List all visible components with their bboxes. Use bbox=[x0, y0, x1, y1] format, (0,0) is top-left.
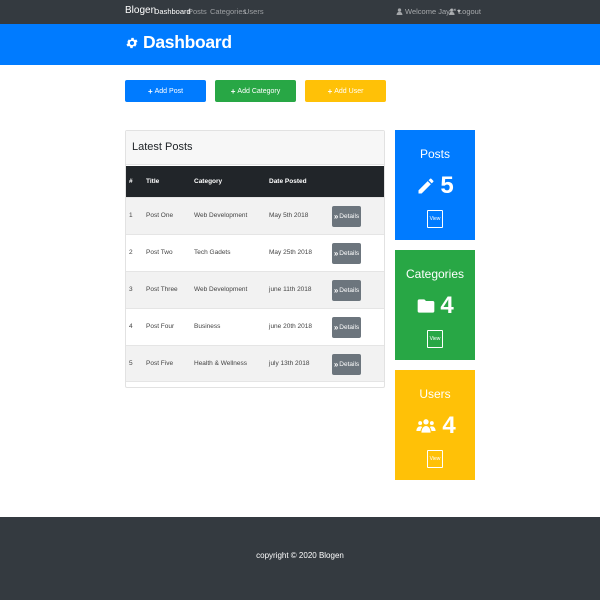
view-posts-button[interactable]: View bbox=[427, 210, 443, 228]
row-title: Post One bbox=[146, 212, 174, 219]
row-category: Web Development bbox=[194, 212, 248, 219]
stat-body: 4 bbox=[395, 414, 475, 438]
stat-count: 4 bbox=[440, 292, 454, 319]
table-row: 3 Post Three Web Development june 11th 2… bbox=[126, 271, 384, 308]
logout-label: Logout bbox=[458, 7, 481, 16]
table-row: 2 Post Two Tech Gadets May 25th 2018 » D… bbox=[126, 234, 384, 271]
user-icon bbox=[396, 8, 403, 15]
stat-body: 4 bbox=[395, 294, 475, 318]
row-date: May 5th 2018 bbox=[269, 212, 309, 219]
add-post-label: Add Post bbox=[154, 87, 184, 95]
column-header-number: # bbox=[129, 178, 133, 185]
row-category: Health & Wellness bbox=[194, 360, 247, 367]
column-header-date: Date Posted bbox=[269, 178, 307, 185]
row-number: 4 bbox=[129, 323, 133, 330]
angle-double-right-icon: » bbox=[333, 285, 339, 295]
angle-double-right-icon: » bbox=[333, 322, 339, 332]
row-number: 5 bbox=[129, 360, 133, 367]
row-title: Post Five bbox=[146, 360, 174, 367]
user-times-icon bbox=[449, 8, 456, 15]
add-user-label: Add User bbox=[334, 87, 364, 95]
stat-count: 5 bbox=[440, 172, 454, 199]
view-users-button[interactable]: View bbox=[427, 450, 443, 468]
row-date: june 11th 2018 bbox=[269, 286, 312, 293]
details-label: Details bbox=[339, 324, 360, 331]
page-title: Dashboard bbox=[125, 32, 232, 53]
card-header: Latest Posts bbox=[126, 131, 384, 165]
row-title: Post Three bbox=[146, 286, 178, 293]
add-category-label: Add Category bbox=[237, 87, 281, 95]
details-button[interactable]: » Details bbox=[332, 354, 361, 375]
angle-double-right-icon: » bbox=[333, 248, 339, 258]
row-number: 1 bbox=[129, 212, 133, 219]
plus-icon: + bbox=[327, 86, 333, 96]
angle-double-right-icon: » bbox=[333, 359, 339, 369]
angle-double-right-icon: » bbox=[333, 211, 339, 221]
details-button[interactable]: » Details bbox=[332, 206, 361, 227]
column-header-title: Title bbox=[146, 178, 160, 185]
pencil-icon bbox=[418, 178, 434, 194]
view-categories-button[interactable]: View bbox=[427, 330, 443, 348]
add-user-button[interactable]: + Add User bbox=[305, 80, 386, 102]
stat-title: Users bbox=[419, 387, 451, 401]
row-date: june 20th 2018 bbox=[269, 323, 313, 330]
row-category: Business bbox=[194, 323, 221, 330]
plus-icon: + bbox=[147, 86, 153, 96]
page-header: Dashboard bbox=[0, 24, 600, 65]
row-number: 3 bbox=[129, 286, 133, 293]
details-label: Details bbox=[339, 361, 360, 368]
top-navbar: Blogen Dashboard Posts Categories Users … bbox=[0, 0, 600, 24]
details-button[interactable]: » Details bbox=[332, 280, 361, 301]
stat-title: Posts bbox=[419, 147, 450, 161]
row-number: 2 bbox=[129, 249, 133, 256]
row-category: Web Development bbox=[194, 286, 248, 293]
table-header: # Title Category Date Posted bbox=[126, 166, 384, 197]
users-stat-card: Users 4 View bbox=[395, 370, 475, 480]
nav-link-users[interactable]: Users bbox=[244, 7, 264, 16]
users-icon bbox=[416, 419, 436, 433]
cog-icon bbox=[126, 37, 138, 48]
row-title: Post Four bbox=[146, 323, 175, 330]
latest-posts-card: Latest Posts # Title Category Date Poste… bbox=[125, 130, 385, 388]
stat-title: Categories bbox=[405, 267, 465, 281]
stat-count: 4 bbox=[442, 412, 456, 439]
folder-icon bbox=[417, 299, 435, 313]
column-header-category: Category bbox=[194, 178, 223, 185]
table-row: 1 Post One Web Development May 5th 2018 … bbox=[126, 197, 384, 234]
details-button[interactable]: » Details bbox=[332, 317, 361, 338]
posts-stat-card: Posts 5 View bbox=[395, 130, 475, 240]
welcome-label: Welcome Jay! bbox=[405, 7, 452, 16]
nav-link-posts[interactable]: Posts bbox=[188, 7, 207, 16]
row-date: july 13th 2018 bbox=[269, 360, 310, 367]
add-post-button[interactable]: + Add Post bbox=[125, 80, 206, 102]
footer-copyright: copyright © 2020 Blogen bbox=[256, 551, 344, 560]
categories-stat-card: Categories 4 View bbox=[395, 250, 475, 360]
plus-icon: + bbox=[230, 86, 236, 96]
card-title: Latest Posts bbox=[132, 141, 193, 153]
row-title: Post Two bbox=[146, 249, 173, 256]
table-row: 4 Post Four Business june 20th 2018 » De… bbox=[126, 308, 384, 345]
table-row: 5 Post Five Health & Wellness july 13th … bbox=[126, 345, 384, 382]
page-footer: copyright © 2020 Blogen bbox=[0, 517, 600, 600]
details-button[interactable]: » Details bbox=[332, 243, 361, 264]
nav-link-categories[interactable]: Categories bbox=[210, 7, 246, 16]
stat-body: 5 bbox=[395, 174, 475, 198]
add-category-button[interactable]: + Add Category bbox=[215, 80, 296, 102]
row-date: May 25th 2018 bbox=[269, 249, 313, 256]
nav-link-dashboard[interactable]: Dashboard bbox=[154, 7, 191, 16]
details-label: Details bbox=[339, 213, 360, 220]
navbar-brand[interactable]: Blogen bbox=[125, 5, 156, 16]
details-label: Details bbox=[339, 250, 360, 257]
logout-link[interactable]: Logout bbox=[449, 7, 481, 16]
page-title-text: Dashboard bbox=[143, 32, 232, 52]
row-category: Tech Gadets bbox=[194, 249, 231, 256]
details-label: Details bbox=[339, 287, 360, 294]
